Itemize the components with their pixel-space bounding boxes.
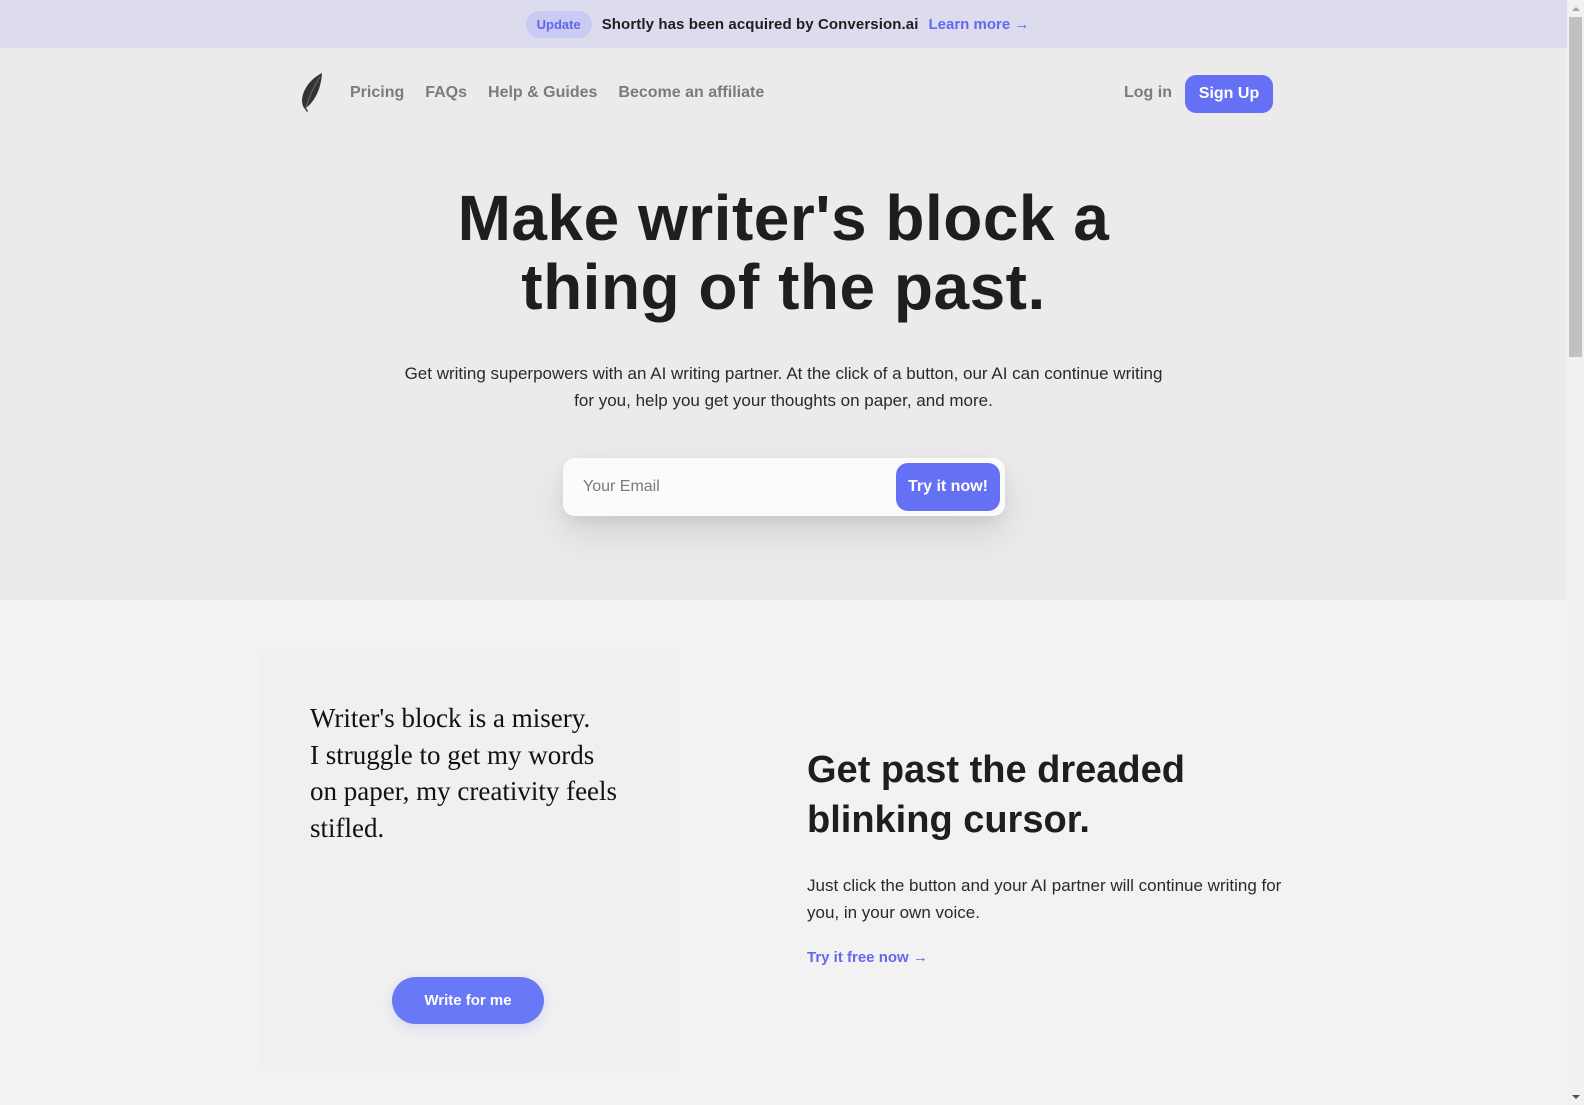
- login-link[interactable]: Log in: [1124, 84, 1172, 102]
- feature-description: Just click the button and your AI partne…: [807, 876, 1282, 922]
- top-nav: Pricing FAQs Help & Guides Become an aff…: [300, 72, 1285, 116]
- feature-section: Writer's block is a misery. I struggle t…: [0, 600, 1567, 1105]
- email-signup-form: Try it now!: [563, 458, 1005, 516]
- vertical-scrollbar[interactable]: [1567, 0, 1584, 1105]
- hero-section: Pricing FAQs Help & Guides Become an aff…: [0, 48, 1567, 600]
- arrow-down-icon: [1571, 1094, 1580, 1099]
- nav-links: Pricing FAQs Help & Guides Become an aff…: [350, 84, 764, 102]
- nav-link-help-guides[interactable]: Help & Guides: [488, 84, 597, 102]
- demo-line: stifled.: [310, 812, 385, 843]
- try-free-link[interactable]: Try it free now →: [807, 949, 928, 966]
- update-badge: Update: [525, 10, 592, 38]
- logo-link[interactable]: [300, 72, 326, 114]
- announcement-bar: Update Shortly has been acquired by Conv…: [0, 0, 1567, 48]
- demo-line: I struggle to get my words: [310, 739, 595, 770]
- announcement-text: Shortly has been acquired by Conversion.…: [601, 15, 919, 33]
- nav-link-affiliate[interactable]: Become an affiliate: [618, 84, 764, 102]
- feature-title: Get past the dreaded blinking cursor.: [807, 745, 1307, 845]
- demo-line: on paper, my creativity feels: [310, 776, 618, 806]
- demo-line: Writer's block is a misery.: [310, 703, 591, 733]
- signup-button[interactable]: Sign Up: [1185, 75, 1273, 113]
- feather-icon: [302, 73, 322, 112]
- demo-editor-text[interactable]: Writer's block is a misery. I struggle t…: [310, 700, 660, 846]
- arrow-up-icon: [1571, 6, 1580, 11]
- announcement-content: Update Shortly has been acquired by Conv…: [525, 10, 1029, 38]
- headline-line-2: thing of the past.: [521, 251, 1046, 323]
- demo-card: Writer's block is a misery. I struggle t…: [260, 650, 680, 1070]
- feature-title-line-1: Get past the dreaded: [807, 749, 1185, 791]
- try-it-now-button[interactable]: Try it now!: [896, 463, 1000, 511]
- nav-link-pricing[interactable]: Pricing: [350, 84, 404, 102]
- page: Update Shortly has been acquired by Conv…: [0, 0, 1567, 1105]
- hero-subtext: Get writing superpowers with an AI writi…: [404, 364, 1163, 410]
- hero-headline: Make writer's block a thing of the past.: [0, 184, 1567, 322]
- scroll-up-button[interactable]: [1567, 0, 1584, 17]
- scroll-down-button[interactable]: [1567, 1088, 1584, 1105]
- email-input[interactable]: [563, 458, 893, 516]
- scroll-thumb[interactable]: [1569, 17, 1582, 357]
- feature-title-line-2: blinking cursor.: [807, 799, 1090, 841]
- headline-line-1: Make writer's block a: [457, 182, 1110, 254]
- write-for-me-button[interactable]: Write for me: [392, 977, 544, 1024]
- nav-link-faqs[interactable]: FAQs: [425, 84, 467, 102]
- learn-more-link[interactable]: Learn more →: [928, 16, 1029, 33]
